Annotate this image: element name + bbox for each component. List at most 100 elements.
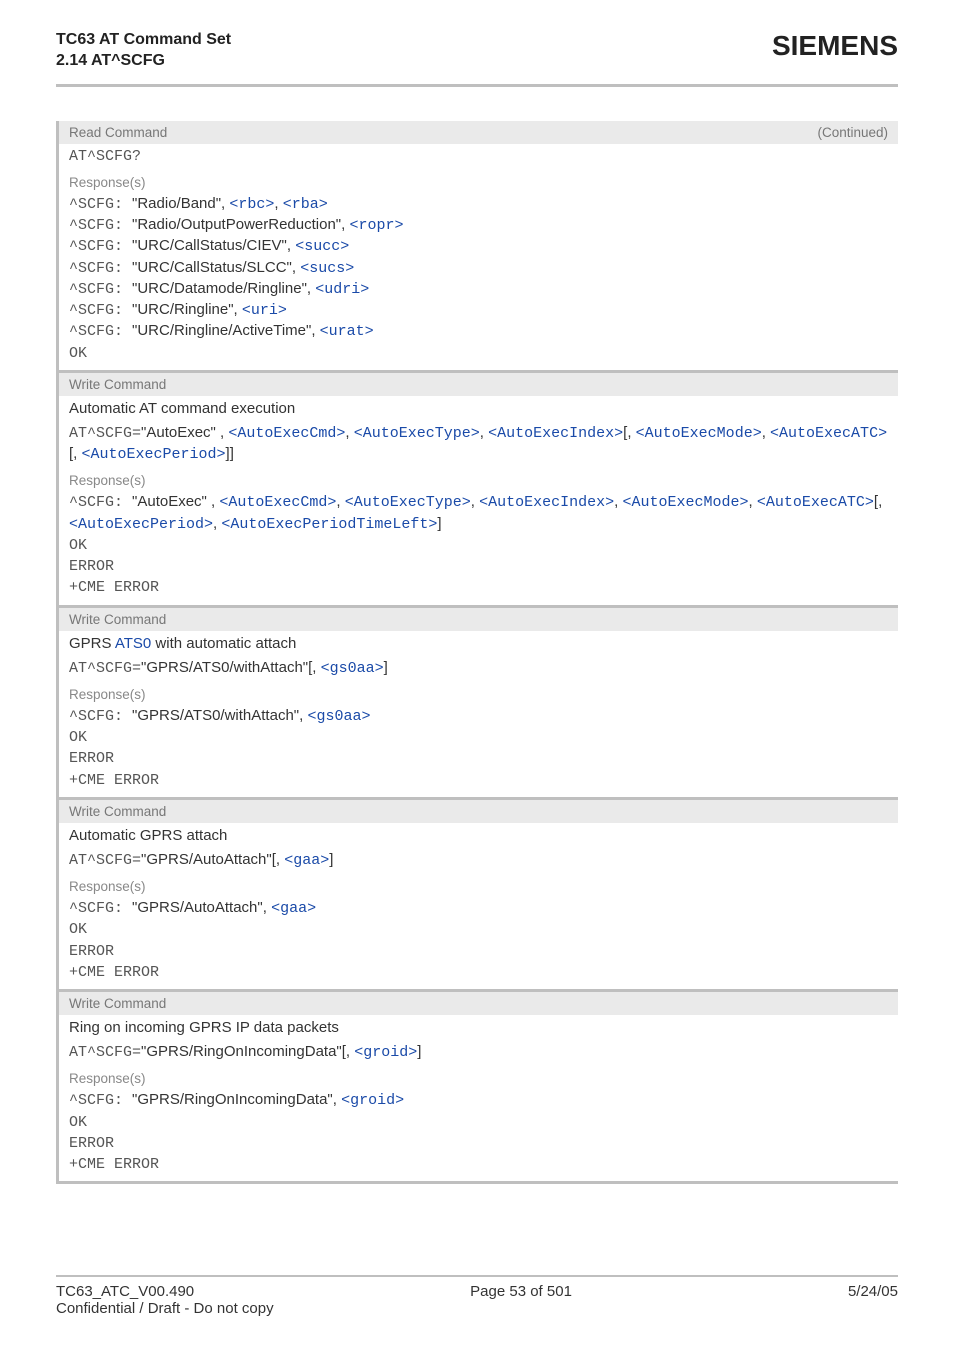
- text-span: +CME ERROR: [69, 772, 159, 789]
- responses-label: Response(s): [59, 173, 898, 192]
- text-span: with automatic attach: [151, 635, 296, 652]
- section-header-left: Write Command: [69, 804, 166, 819]
- response-line: ^SCFG: "Radio/OutputPowerReduction", <ro…: [69, 215, 888, 236]
- text-span: "URC/Ringline/ActiveTime",: [132, 322, 320, 339]
- param-link[interactable]: ATS0: [115, 635, 151, 652]
- param-link[interactable]: <AutoExecATC>: [770, 425, 887, 442]
- param-link[interactable]: <rba>: [283, 196, 328, 213]
- response-line: +CME ERROR: [69, 962, 888, 983]
- command-syntax: AT^SCFG="AutoExec" , <AutoExecCmd>, <Aut…: [59, 421, 898, 472]
- text-span: ,: [471, 493, 479, 510]
- text-span: OK: [69, 537, 87, 554]
- text-span: ^SCFG:: [69, 196, 132, 213]
- param-link[interactable]: <ropr>: [349, 217, 403, 234]
- text-span: ^SCFG:: [69, 217, 132, 234]
- text-span: "URC/Ringline",: [132, 301, 242, 318]
- param-link[interactable]: <AutoExecIndex>: [479, 494, 614, 511]
- param-link[interactable]: <AutoExecPeriod>: [69, 516, 213, 533]
- text-span: GPRS: [69, 635, 115, 652]
- param-link[interactable]: <AutoExecType>: [345, 494, 471, 511]
- text-span: ,: [345, 424, 353, 441]
- response-line: ERROR: [69, 1133, 888, 1154]
- param-link[interactable]: <uri>: [242, 302, 287, 319]
- doc-title-line1: TC63 AT Command Set: [56, 30, 231, 51]
- param-link[interactable]: <rbc>: [229, 196, 274, 213]
- section-header: Write Command: [59, 373, 898, 396]
- text-span: "AutoExec" ,: [132, 493, 219, 510]
- param-link[interactable]: <AutoExecMode>: [623, 494, 749, 511]
- header-divider: [56, 84, 898, 87]
- text-span: ]: [329, 851, 333, 868]
- param-link[interactable]: <urat>: [320, 323, 374, 340]
- param-link[interactable]: <AutoExecATC>: [757, 494, 874, 511]
- response-line: ERROR: [69, 941, 888, 962]
- section-header-left: Write Command: [69, 612, 166, 627]
- section-header-right: (Continued): [817, 125, 888, 140]
- footer-center: Page 53 of 501: [470, 1283, 572, 1300]
- response-line: OK: [69, 727, 888, 748]
- param-link[interactable]: <AutoExecPeriodTimeLeft>: [221, 516, 437, 533]
- command-syntax: AT^SCFG?: [59, 144, 898, 173]
- response-line: OK: [69, 535, 888, 556]
- text-span: ERROR: [69, 1135, 114, 1152]
- text-span: ^SCFG:: [69, 260, 132, 277]
- text-span: ,: [762, 424, 770, 441]
- response-line: +CME ERROR: [69, 770, 888, 791]
- param-link[interactable]: <AutoExecIndex>: [488, 425, 623, 442]
- text-span: ^SCFG:: [69, 494, 132, 511]
- text-span: ,: [480, 424, 488, 441]
- param-link[interactable]: <AutoExecPeriod>: [82, 446, 226, 463]
- response-line: ^SCFG: "URC/Datamode/Ringline", <udri>: [69, 279, 888, 300]
- section-header-left: Read Command: [69, 125, 167, 140]
- text-span: ^SCFG:: [69, 708, 132, 725]
- param-link[interactable]: <gaa>: [284, 852, 329, 869]
- text-span: ^SCFG:: [69, 281, 132, 298]
- section-header: Write Command: [59, 608, 898, 631]
- response-line: ^SCFG: "URC/CallStatus/CIEV", <succ>: [69, 236, 888, 257]
- text-span: +CME ERROR: [69, 964, 159, 981]
- response-body: ^SCFG: "AutoExec" , <AutoExecCmd>, <Auto…: [59, 490, 898, 604]
- doc-title: TC63 AT Command Set 2.14 AT^SCFG: [56, 30, 231, 72]
- text-span: ,: [274, 195, 282, 212]
- section-description: GPRS ATS0 with automatic attach: [59, 631, 898, 656]
- param-link[interactable]: <succ>: [295, 238, 349, 255]
- command-syntax: AT^SCFG="GPRS/AutoAttach"[, <gaa>]: [59, 848, 898, 877]
- text-span: [,: [874, 493, 882, 510]
- response-line: +CME ERROR: [69, 1154, 888, 1175]
- response-line: ^SCFG: "URC/CallStatus/SLCC", <sucs>: [69, 258, 888, 279]
- response-line: ^SCFG: "GPRS/AutoAttach", <gaa>: [69, 898, 888, 919]
- section-header: Write Command: [59, 992, 898, 1015]
- param-link[interactable]: <sucs>: [300, 260, 354, 277]
- footer-right: 5/24/05: [848, 1283, 898, 1300]
- text-span: OK: [69, 921, 87, 938]
- param-link[interactable]: <groid>: [354, 1044, 417, 1061]
- text-span: OK: [69, 1114, 87, 1131]
- response-body: ^SCFG: "Radio/Band", <rbc>, <rba>^SCFG: …: [59, 192, 898, 370]
- command-section: Write CommandAutomatic GPRS attachAT^SCF…: [56, 800, 898, 992]
- param-link[interactable]: <gs0aa>: [307, 708, 370, 725]
- text-span: "Radio/OutputPowerReduction",: [132, 216, 349, 233]
- response-line: OK: [69, 1112, 888, 1133]
- param-link[interactable]: <AutoExecMode>: [636, 425, 762, 442]
- text-span: "GPRS/RingOnIncomingData"[,: [141, 1043, 354, 1060]
- response-line: OK: [69, 343, 888, 364]
- text-span: [,: [69, 445, 82, 462]
- param-link[interactable]: <gs0aa>: [321, 660, 384, 677]
- param-link[interactable]: <gaa>: [271, 900, 316, 917]
- response-line: ^SCFG: "AutoExec" , <AutoExecCmd>, <Auto…: [69, 492, 888, 535]
- section-description: Ring on incoming GPRS IP data packets: [59, 1015, 898, 1040]
- doc-title-line2: 2.14 AT^SCFG: [56, 51, 231, 72]
- section-header-left: Write Command: [69, 996, 166, 1011]
- section-header-left: Write Command: [69, 377, 166, 392]
- text-span: AT^SCFG=: [69, 425, 141, 442]
- text-span: "GPRS/AutoAttach"[,: [141, 851, 284, 868]
- param-link[interactable]: <AutoExecCmd>: [219, 494, 336, 511]
- param-link[interactable]: <AutoExecCmd>: [228, 425, 345, 442]
- text-span: ]: [384, 659, 388, 676]
- response-line: OK: [69, 919, 888, 940]
- response-body: ^SCFG: "GPRS/ATS0/withAttach", <gs0aa>OK…: [59, 704, 898, 797]
- responses-label: Response(s): [59, 877, 898, 896]
- param-link[interactable]: <groid>: [341, 1092, 404, 1109]
- param-link[interactable]: <AutoExecType>: [354, 425, 480, 442]
- param-link[interactable]: <udri>: [315, 281, 369, 298]
